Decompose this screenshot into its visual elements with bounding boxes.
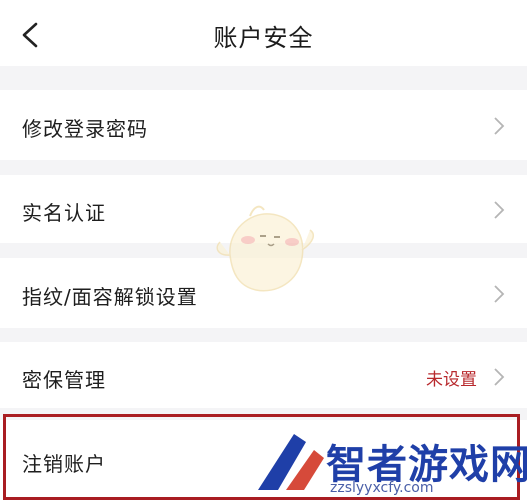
row-label: 注销账户: [22, 452, 106, 476]
page-title: 账户安全: [213, 24, 314, 52]
chevron-right-icon: [493, 116, 505, 136]
row-label: 修改登录密码: [22, 117, 148, 141]
status-value: 未设置: [426, 370, 477, 390]
chevron-right-icon: [493, 200, 505, 220]
header-bar: 账户安全: [0, 0, 527, 66]
cancel-account-item[interactable]: 注销账户: [0, 420, 527, 503]
fingerprint-face-unlock-item[interactable]: 指纹/面容解锁设置: [0, 258, 527, 328]
chevron-right-icon: [493, 367, 505, 387]
real-name-verification-item[interactable]: 实名认证: [0, 175, 527, 243]
chevron-right-icon: [493, 284, 505, 304]
row-label: 密保管理: [22, 368, 106, 392]
row-label: 指纹/面容解锁设置: [22, 285, 198, 309]
change-login-password-item[interactable]: 修改登录密码: [0, 90, 527, 160]
security-question-item[interactable]: 密保管理 未设置: [0, 342, 527, 408]
row-label: 实名认证: [22, 201, 106, 225]
